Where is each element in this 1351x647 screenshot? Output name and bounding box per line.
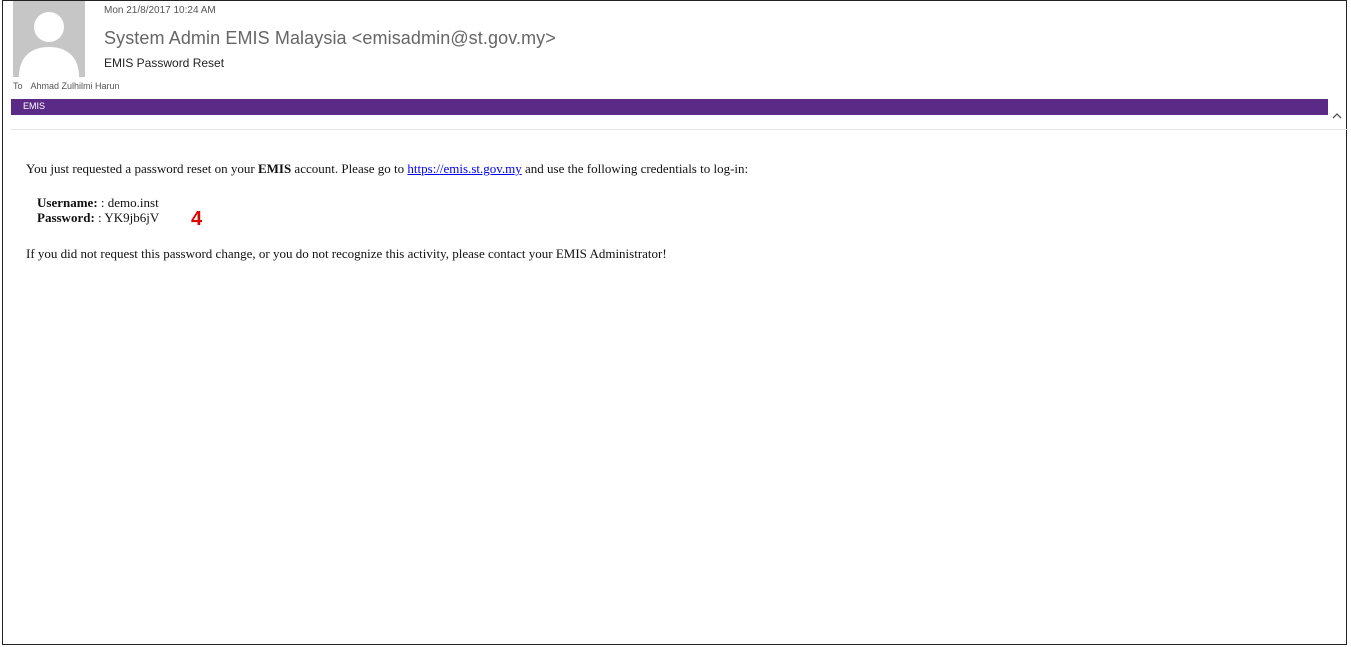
person-silhouette-icon [13,1,85,77]
category-label: EMIS [23,101,46,111]
recipient-name[interactable]: Ahmad Zulhilmi Harun [31,81,120,91]
username-label: Username: [37,195,98,210]
password-label: Password: [37,210,95,225]
credentials-block: Username: : demo.inst Password: : YK9jb6… [37,195,159,225]
chevron-up-icon[interactable] [1330,109,1344,121]
header-divider [11,129,1348,130]
intro-text-2: account. Please go to [291,161,408,176]
category-bar[interactable]: EMIS [11,99,1328,115]
annotation-marker: 4 [191,208,203,230]
password-value: : YK9jb6jV [94,210,160,225]
username-row: Username: : demo.inst [37,195,159,210]
sender-avatar [13,1,85,77]
message-date: Mon 21/8/2017 10:24 AM [104,5,216,16]
intro-text-1: You just requested a password reset on y… [26,161,258,176]
username-value: : demo.inst [97,195,159,210]
email-reading-pane: Mon 21/8/2017 10:24 AM System Admin EMIS… [2,0,1348,645]
intro-bold-emis: EMIS [257,161,292,176]
recipient-row: To Ahmad Zulhilmi Harun [13,81,120,91]
intro-text-3: and use the following credentials to log… [521,161,749,176]
closing-paragraph: If you did not request this password cha… [26,246,667,261]
to-label: To [13,81,23,91]
message-subject: EMIS Password Reset [104,56,225,70]
emis-link[interactable]: https://emis.st.gov.my [407,161,521,176]
password-row: Password: : YK9jb6jV [37,210,159,225]
sender-name[interactable]: System Admin EMIS Malaysia <emisadmin@st… [104,28,556,49]
intro-paragraph: You just requested a password reset on y… [26,161,748,177]
